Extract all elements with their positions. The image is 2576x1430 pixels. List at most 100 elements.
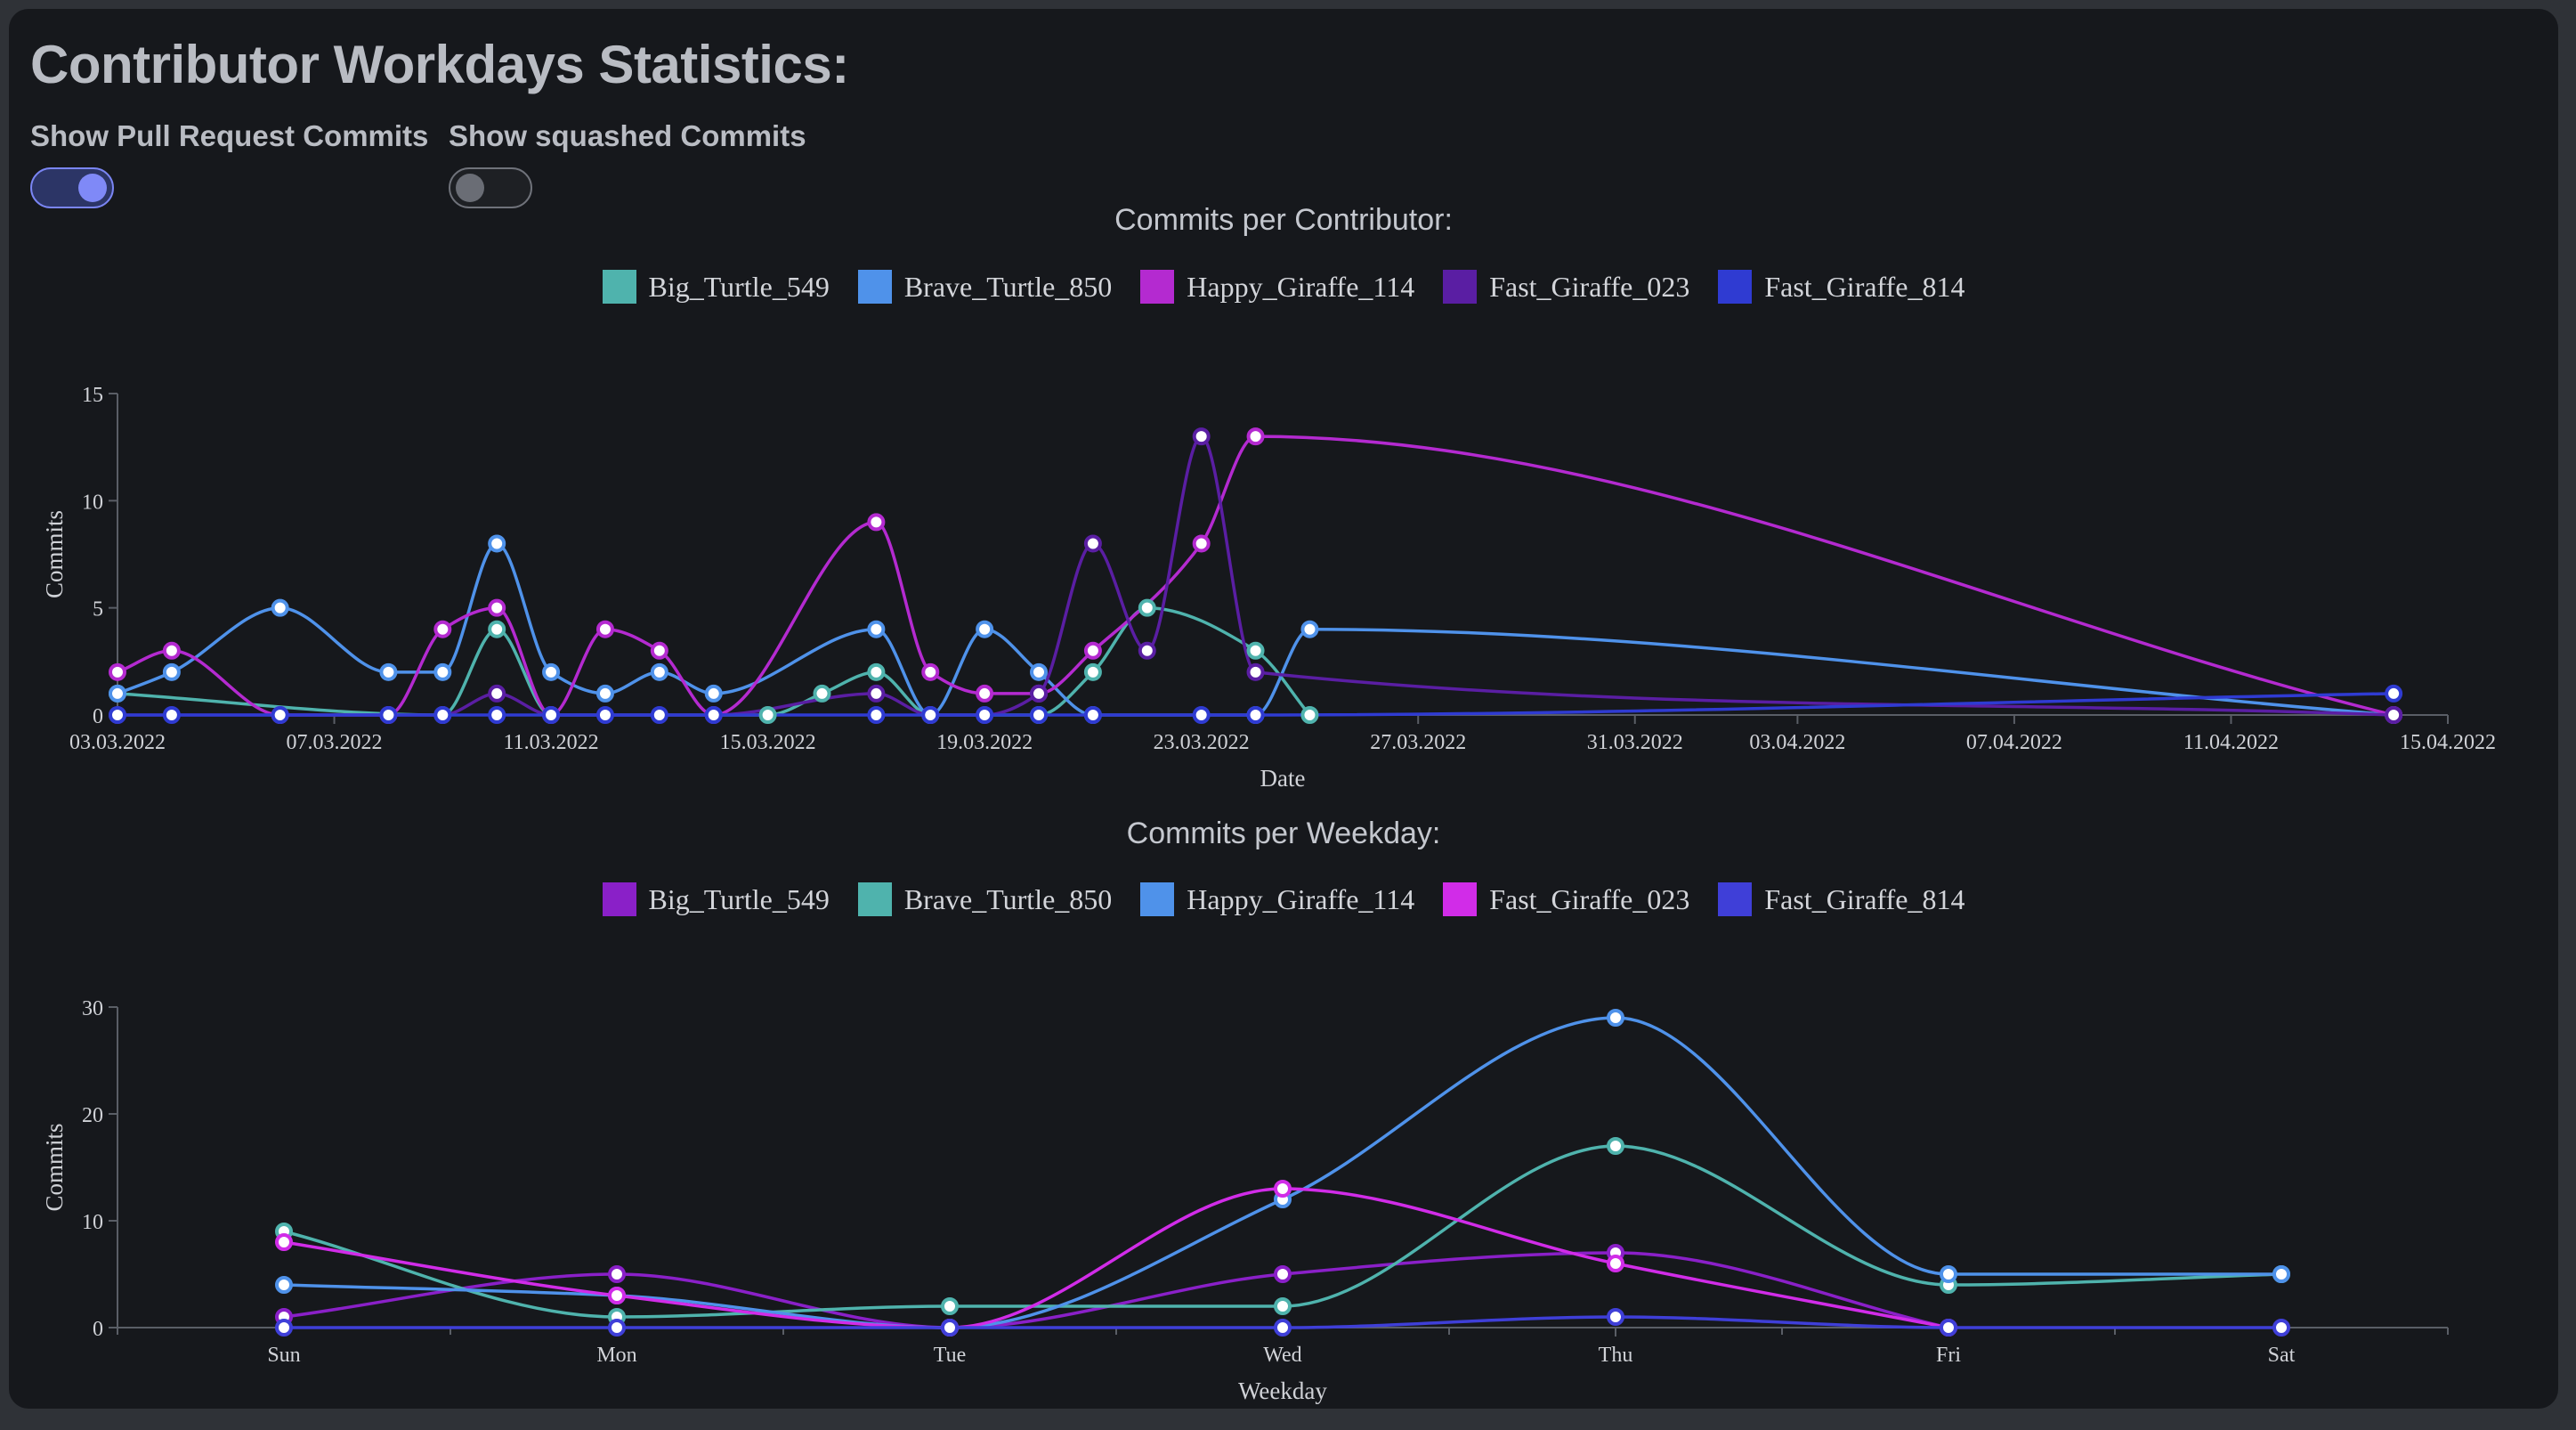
data-point-fast-giraffe-814[interactable]: [275, 1319, 293, 1337]
data-point-fast-giraffe-814[interactable]: [976, 706, 994, 724]
data-point-fast-giraffe-814[interactable]: [1192, 706, 1211, 724]
data-point-big-turtle-549[interactable]: [1083, 662, 1102, 681]
data-point-fast-giraffe-814[interactable]: [1030, 706, 1049, 724]
data-point-fast-giraffe-814[interactable]: [542, 706, 561, 724]
data-point-happy-giraffe-114[interactable]: [488, 598, 506, 617]
data-point-brave-turtle-850[interactable]: [488, 534, 506, 553]
data-point-happy-giraffe-114[interactable]: [275, 1276, 293, 1294]
data-point-happy-giraffe-114[interactable]: [1083, 641, 1102, 660]
data-point-happy-giraffe-114[interactable]: [1940, 1265, 1957, 1283]
data-point-fast-giraffe-023[interactable]: [1274, 1180, 1292, 1198]
data-point-brave-turtle-850[interactable]: [976, 620, 994, 638]
data-point-happy-giraffe-114[interactable]: [109, 662, 126, 681]
data-point-brave-turtle-850[interactable]: [162, 662, 181, 681]
legend-swatch: [1443, 882, 1478, 916]
statistics-panel: Contributor Workdays Statistics: Show Pu…: [9, 9, 2558, 1409]
data-point-fast-giraffe-814[interactable]: [433, 706, 452, 724]
data-point-fast-giraffe-023[interactable]: [1192, 427, 1211, 446]
legend-item-big-turtle-549[interactable]: Big_Turtle_549: [602, 882, 830, 916]
data-point-happy-giraffe-114[interactable]: [1607, 1009, 1624, 1027]
data-point-happy-giraffe-114[interactable]: [976, 684, 994, 703]
data-point-big-turtle-549[interactable]: [758, 706, 777, 724]
data-point-fast-giraffe-814[interactable]: [2385, 684, 2403, 703]
data-point-fast-giraffe-814[interactable]: [1083, 706, 1102, 724]
data-point-fast-giraffe-814[interactable]: [271, 706, 289, 724]
data-point-brave-turtle-850[interactable]: [379, 662, 398, 681]
y-tick-label: 15: [82, 384, 103, 407]
data-point-fast-giraffe-023[interactable]: [1083, 534, 1102, 553]
legend-item-fast-giraffe-814[interactable]: Fast_Giraffe_814: [1718, 270, 1964, 304]
data-point-fast-giraffe-023[interactable]: [867, 684, 886, 703]
y-tick-label: 0: [93, 705, 103, 728]
data-point-fast-giraffe-023[interactable]: [488, 684, 506, 703]
data-point-fast-giraffe-023[interactable]: [275, 1233, 293, 1251]
data-point-big-turtle-549[interactable]: [1246, 641, 1265, 660]
data-point-brave-turtle-850[interactable]: [595, 684, 614, 703]
data-point-fast-giraffe-023[interactable]: [1607, 1255, 1624, 1272]
legend-label: Fast_Giraffe_814: [1764, 270, 1965, 303]
data-point-happy-giraffe-114[interactable]: [2272, 1265, 2290, 1283]
data-point-fast-giraffe-814[interactable]: [921, 706, 940, 724]
data-point-happy-giraffe-114[interactable]: [1246, 427, 1265, 446]
data-point-fast-giraffe-814[interactable]: [1607, 1308, 1624, 1326]
x-tick-label: Fri: [1936, 1344, 1961, 1367]
data-point-fast-giraffe-814[interactable]: [1940, 1319, 1957, 1337]
data-point-brave-turtle-850[interactable]: [704, 684, 723, 703]
data-point-big-turtle-549[interactable]: [608, 1265, 626, 1283]
weekday-line-chart: 0 10 20 30 Sun Mon Tue Wed Thu Fri Sat Weekday Commi…: [41, 997, 2449, 1404]
data-point-brave-turtle-850[interactable]: [867, 620, 886, 638]
data-point-fast-giraffe-023[interactable]: [1030, 684, 1049, 703]
data-point-fast-giraffe-023[interactable]: [1138, 641, 1156, 660]
data-point-fast-giraffe-814[interactable]: [488, 706, 506, 724]
data-point-fast-giraffe-023[interactable]: [2385, 706, 2403, 724]
data-point-big-turtle-549[interactable]: [1274, 1265, 1292, 1283]
legend-item-happy-giraffe-114[interactable]: Happy_Giraffe_114: [1140, 270, 1414, 304]
data-point-fast-giraffe-814[interactable]: [109, 706, 126, 724]
data-point-fast-giraffe-814[interactable]: [595, 706, 614, 724]
data-point-happy-giraffe-114[interactable]: [867, 513, 886, 532]
data-point-happy-giraffe-114[interactable]: [433, 620, 452, 638]
data-point-brave-turtle-850[interactable]: [1274, 1297, 1292, 1315]
data-point-fast-giraffe-814[interactable]: [650, 706, 668, 724]
legend-item-fast-giraffe-023[interactable]: Fast_Giraffe_023: [1443, 270, 1689, 304]
data-point-happy-giraffe-114[interactable]: [921, 662, 940, 681]
data-point-fast-giraffe-814[interactable]: [867, 706, 886, 724]
data-point-brave-turtle-850[interactable]: [271, 598, 289, 617]
legend-item-fast-giraffe-023[interactable]: Fast_Giraffe_023: [1443, 882, 1689, 916]
legend-item-happy-giraffe-114[interactable]: Happy_Giraffe_114: [1140, 882, 1414, 916]
legend-item-brave-turtle-850[interactable]: Brave_Turtle_850: [857, 882, 1112, 916]
data-point-fast-giraffe-814[interactable]: [941, 1319, 959, 1337]
data-point-fast-giraffe-814[interactable]: [2272, 1319, 2290, 1337]
data-point-brave-turtle-850[interactable]: [1030, 662, 1049, 681]
data-point-fast-giraffe-023[interactable]: [1246, 662, 1265, 681]
data-point-fast-giraffe-814[interactable]: [608, 1319, 626, 1337]
data-point-happy-giraffe-114[interactable]: [595, 620, 614, 638]
data-point-happy-giraffe-114[interactable]: [650, 641, 668, 660]
data-point-brave-turtle-850[interactable]: [1300, 620, 1319, 638]
data-point-big-turtle-549[interactable]: [1138, 598, 1156, 617]
legend-item-brave-turtle-850[interactable]: Brave_Turtle_850: [857, 270, 1112, 304]
data-point-big-turtle-549[interactable]: [813, 684, 831, 703]
data-point-happy-giraffe-114[interactable]: [162, 641, 181, 660]
data-point-fast-giraffe-023[interactable]: [608, 1287, 626, 1304]
data-point-brave-turtle-850[interactable]: [109, 684, 126, 703]
data-point-brave-turtle-850[interactable]: [542, 662, 561, 681]
legend-item-big-turtle-549[interactable]: Big_Turtle_549: [602, 270, 830, 304]
data-point-fast-giraffe-814[interactable]: [704, 706, 723, 724]
data-point-brave-turtle-850[interactable]: [1607, 1137, 1624, 1155]
data-point-big-turtle-549[interactable]: [1300, 706, 1319, 724]
data-point-happy-giraffe-114[interactable]: [1192, 534, 1211, 553]
legend-item-fast-giraffe-814[interactable]: Fast_Giraffe_814: [1718, 882, 1964, 916]
x-tick-label: Sun: [267, 1344, 300, 1367]
data-point-big-turtle-549[interactable]: [867, 662, 886, 681]
data-point-fast-giraffe-814[interactable]: [1274, 1319, 1292, 1337]
data-point-brave-turtle-850[interactable]: [650, 662, 668, 681]
data-point-big-turtle-549[interactable]: [488, 620, 506, 638]
legend-swatch: [1140, 882, 1175, 916]
data-point-fast-giraffe-814[interactable]: [379, 706, 398, 724]
data-point-brave-turtle-850[interactable]: [941, 1297, 959, 1315]
data-point-fast-giraffe-814[interactable]: [1246, 706, 1265, 724]
y-tick-label: 20: [82, 1104, 103, 1127]
data-point-brave-turtle-850[interactable]: [433, 662, 452, 681]
data-point-fast-giraffe-814[interactable]: [162, 706, 181, 724]
